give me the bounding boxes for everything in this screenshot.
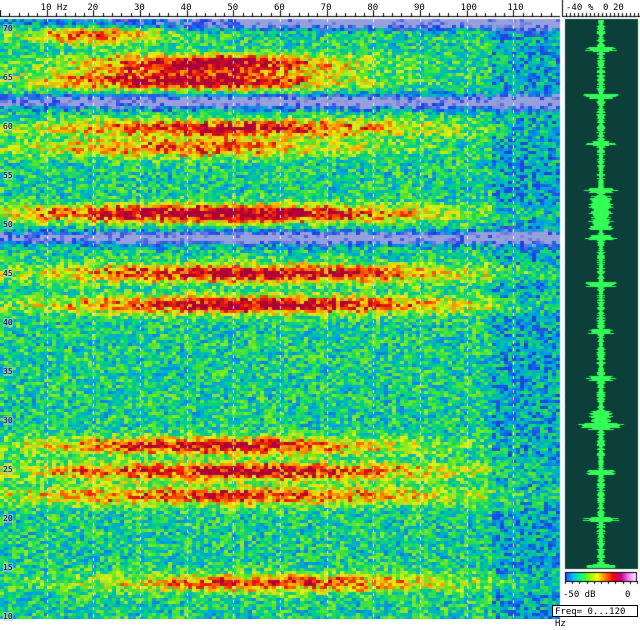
x-tick-label: 80 <box>367 3 379 13</box>
x-tick-label: 100 <box>460 3 477 13</box>
y-tick-label: 25 <box>3 464 13 474</box>
y-tick-label: 15 <box>3 562 13 572</box>
waveform-tick-0: 0 <box>603 3 609 13</box>
x-tick-label: 110 <box>507 3 524 13</box>
y-tick-label: 30 <box>3 415 13 425</box>
y-tick-label: 40 <box>3 317 13 327</box>
x-tick-label: 90 <box>414 3 425 13</box>
colorbar-max-label: 0 <box>625 590 631 600</box>
x-tick-label: 40 <box>180 3 192 13</box>
x-tick-label: 10 Hz <box>40 3 68 13</box>
y-tick-label: 55 <box>3 170 13 180</box>
y-tick-label: 20 <box>3 513 13 523</box>
x-tick-label: 50 <box>227 3 239 13</box>
y-tick-label: 35 <box>3 366 13 376</box>
y-tick-label: 60 <box>3 121 13 131</box>
x-tick-label: 20 <box>87 3 99 13</box>
spectrogram-canvas <box>0 0 640 619</box>
frequency-range-label: Freq= 0...120 Hz <box>552 605 638 629</box>
y-tick-label: 10 <box>3 612 13 621</box>
x-tick-label: 30 <box>134 3 145 13</box>
y-tick-label: 50 <box>3 219 13 229</box>
y-tick-label: 65 <box>3 72 13 82</box>
waveform-tick-neg40: -40 <box>566 3 583 13</box>
waveform-tick-percent: % <box>588 3 594 13</box>
y-tick-label: 45 <box>3 268 13 278</box>
x-tick-label: 70 <box>320 3 332 13</box>
waveform-tick-20: 20 <box>613 3 624 13</box>
colorbar-min-label: -50 dB <box>563 590 596 600</box>
x-tick-label: 60 <box>274 3 285 13</box>
y-tick-label: 70 <box>3 23 13 33</box>
